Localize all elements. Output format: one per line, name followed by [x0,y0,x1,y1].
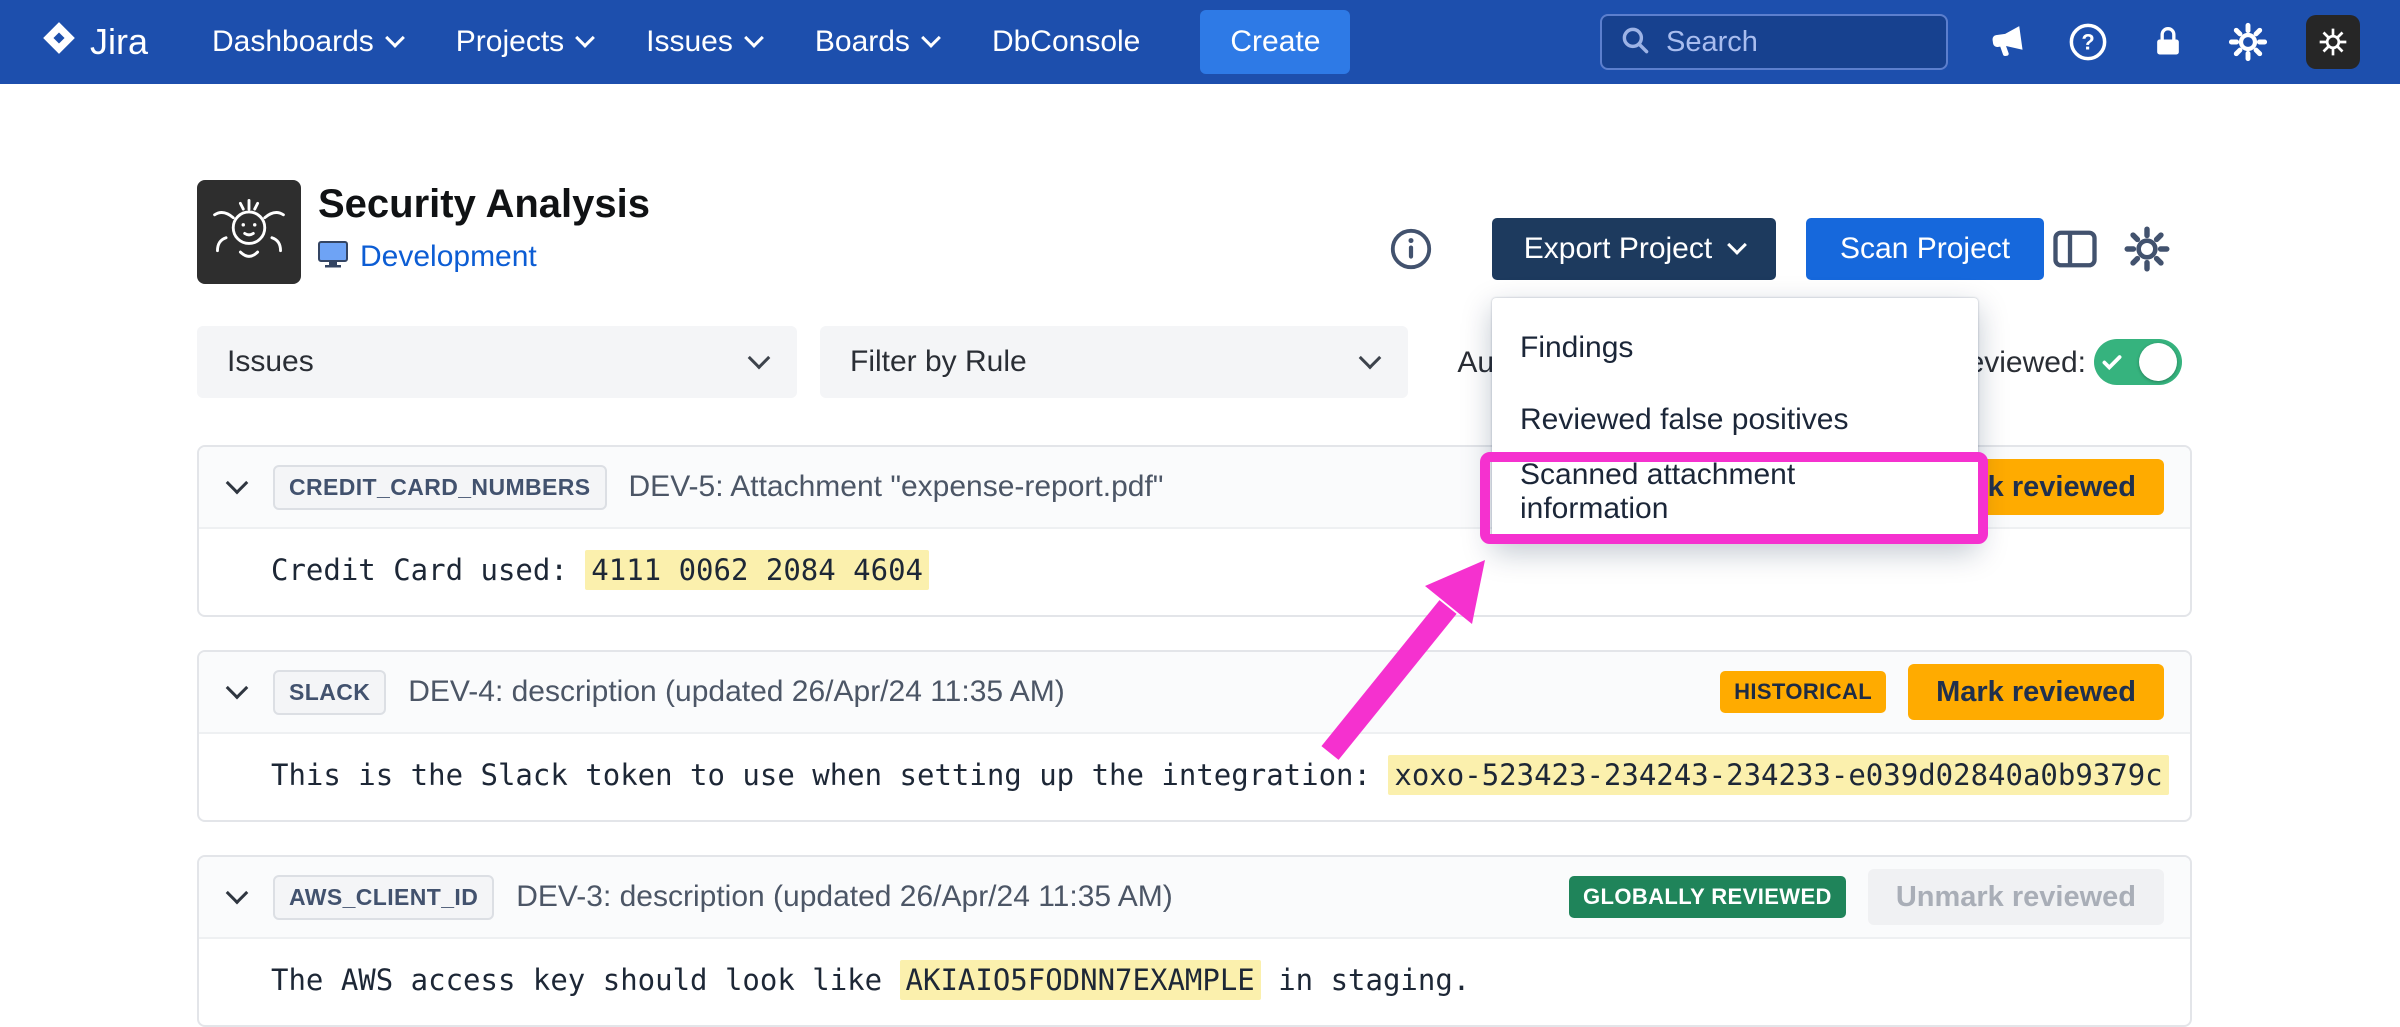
chevron-down-icon [744,28,764,48]
page: Jira Dashboards Projects Issues Boards D… [0,0,2400,1011]
board-layout-icon[interactable] [2048,222,2102,276]
project-breadcrumb: Development [318,240,537,274]
chevron-down-icon [1727,235,1747,255]
navbar-icons: ? [1986,15,2360,69]
rule-badge: AWS_CLIENT_ID [273,875,494,920]
nav-item-boards[interactable]: Boards [815,25,938,59]
search-icon [1618,23,1652,62]
unmark-reviewed-button[interactable]: Unmark reviewed [1868,869,2164,925]
menu-item-scanned-attachment-information[interactable]: Scanned attachment information [1492,456,1978,528]
jira-logo-icon [40,19,78,66]
issues-filter-select[interactable]: Issues [197,326,797,398]
chevron-down-icon [1359,346,1382,369]
finding-body: The AWS access key should look like AKIA… [199,939,2190,1025]
rule-badge: CREDIT_CARD_NUMBERS [273,465,607,510]
collapse-chevron-icon[interactable] [226,881,249,904]
lock-icon[interactable] [2146,20,2190,64]
finding-header: SLACK DEV-4: description (updated 26/Apr… [199,652,2190,734]
help-icon[interactable]: ? [2066,20,2110,64]
gear-icon[interactable] [2226,20,2270,64]
user-avatar[interactable] [2306,15,2360,69]
chevron-down-icon [385,28,405,48]
chevron-down-icon [575,28,595,48]
rule-badge: SLACK [273,670,386,715]
export-dropdown-menu: Findings Reviewed false positives Scanne… [1492,298,1978,542]
search-input[interactable] [1664,25,1930,60]
project-monitor-icon [318,241,348,274]
collapse-chevron-icon[interactable] [226,676,249,699]
collapse-chevron-icon[interactable] [226,471,249,494]
globally-reviewed-badge: GLOBALLY REVIEWED [1569,876,1846,918]
nav-item-dbconsole[interactable]: DbConsole [992,25,1140,59]
nav-item-projects[interactable]: Projects [456,25,592,59]
finding-header: AWS_CLIENT_ID DEV-3: description (update… [199,857,2190,939]
navbar-search[interactable] [1600,14,1948,70]
finding-card-dev3: AWS_CLIENT_ID DEV-3: description (update… [197,855,2192,1027]
historical-badge: HISTORICAL [1720,671,1886,713]
create-button[interactable]: Create [1200,10,1350,74]
page-title: Security Analysis [318,182,650,227]
mark-reviewed-button[interactable]: Mark reviewed [1908,664,2164,720]
rule-filter-select[interactable]: Filter by Rule [820,326,1408,398]
menu-item-reviewed-false-positives[interactable]: Reviewed false positives [1492,384,1978,456]
announcement-icon[interactable] [1986,20,2030,64]
finding-card-dev4: SLACK DEV-4: description (updated 26/Apr… [197,650,2192,822]
export-project-button[interactable]: Export Project [1492,218,1776,280]
detected-secret: AKIAIO5FODNN7EXAMPLE [900,960,1261,1000]
chevron-down-icon [921,28,941,48]
project-link[interactable]: Development [360,240,537,274]
nav-item-dashboards[interactable]: Dashboards [212,25,402,59]
jira-logo[interactable]: Jira [40,19,148,66]
top-navbar: Jira Dashboards Projects Issues Boards D… [0,0,2400,84]
svg-text:?: ? [2081,30,2094,55]
scan-project-button[interactable]: Scan Project [1806,218,2044,280]
chevron-down-icon [748,346,771,369]
finding-title: DEV-4: description (updated 26/Apr/24 11… [408,675,1065,709]
nav-item-issues[interactable]: Issues [646,25,761,59]
check-icon [2099,349,2125,375]
toggle-knob [2139,343,2177,381]
project-avatar [197,180,301,284]
finding-title: DEV-3: description (updated 26/Apr/24 11… [516,880,1173,914]
menu-item-findings[interactable]: Findings [1492,312,1978,384]
finding-body: This is the Slack token to use when sett… [199,734,2190,820]
finding-title: DEV-5: Attachment "expense-report.pdf" [629,470,1164,504]
jira-logo-text: Jira [90,21,148,63]
auto-reviewed-toggle[interactable] [2094,339,2182,385]
info-icon[interactable] [1388,226,1434,272]
settings-gear-icon[interactable] [2120,222,2174,276]
detected-secret: 4111 0062 2084 4604 [585,550,929,590]
detected-secret: xoxo-523423-234243-234233-e039d02840a0b9… [1388,755,2168,795]
